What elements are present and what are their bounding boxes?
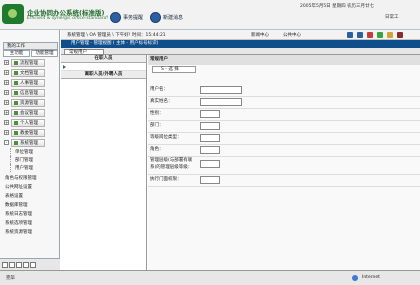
collapse-minus-icon[interactable]: -	[4, 140, 9, 145]
username-input[interactable]	[200, 86, 242, 94]
management-level-select[interactable]	[200, 160, 220, 168]
form-column: 常规用户 S - 选 择 用户名： 真实姓名： 性别： 部门： 等级岗位类型： …	[148, 55, 420, 270]
field-label-exec-permission: 执行门面权限：	[150, 177, 182, 182]
expand-plus-icon[interactable]: +	[4, 120, 9, 125]
play-icon[interactable]	[63, 65, 66, 69]
realname-input[interactable]	[200, 98, 242, 106]
user-form: 常规用户 S - 选 择 用户名： 真实姓名： 性别： 部门： 等级岗位类型： …	[148, 55, 420, 270]
role-select[interactable]	[200, 146, 220, 154]
nav-item-system[interactable]: - 系统管理	[2, 138, 59, 147]
folder-icon	[14, 110, 18, 115]
post-type-select[interactable]	[200, 134, 220, 142]
expand-plus-icon[interactable]: +	[4, 110, 9, 115]
nav-public-url[interactable]: 公共网址设置	[3, 183, 59, 191]
expand-plus-icon[interactable]: +	[4, 60, 9, 65]
folder-icon	[14, 100, 18, 105]
nav-item-process[interactable]: + 流程管理	[2, 58, 59, 67]
folder-icon	[14, 70, 18, 75]
close-icon[interactable]	[397, 32, 403, 38]
staff-column: 在职人员 离职人员/外聘人员	[61, 55, 147, 270]
status-right: Internet	[362, 275, 380, 280]
nav-system-option[interactable]: 系统选项管理	[3, 219, 59, 227]
public-center-link[interactable]: 公共中心	[283, 32, 301, 38]
nav-item-document[interactable]: + 文档管理	[2, 68, 59, 77]
folder-icon	[14, 120, 18, 125]
gender-select[interactable]	[200, 110, 220, 118]
expand-plus-icon[interactable]: +	[4, 80, 9, 85]
help-icon[interactable]	[30, 261, 36, 268]
nav-database[interactable]: 数据库管理	[3, 201, 59, 209]
nav-item-hr[interactable]: + 人事管理	[2, 78, 59, 87]
date-time: 2005年5月5日 星期四 农历三月廿七	[300, 4, 375, 9]
nav-item-personal[interactable]: + 个人管理	[2, 118, 59, 127]
field-label-username: 用户名：	[150, 87, 168, 92]
breadcrumb: 系统管理 \ OA 管理员 \ 下午好! 时间：15:44:21	[67, 32, 166, 38]
home-icon[interactable]	[387, 32, 393, 38]
new-message-button[interactable]: 新建消息	[150, 11, 183, 23]
folder-icon	[14, 60, 18, 65]
field-label-department: 部门：	[150, 123, 164, 128]
expand-plus-icon[interactable]: +	[4, 90, 9, 95]
folder-icon	[14, 140, 18, 145]
news-center-link[interactable]: 新闻中心	[251, 32, 269, 38]
status-bar: 完毕 Internet	[0, 270, 420, 285]
new-message-label: 新建消息	[163, 14, 184, 21]
top-link[interactable]: 日常工	[385, 14, 399, 20]
sub-item-user[interactable]: 用户管理	[10, 164, 58, 172]
back-arrow-icon[interactable]	[347, 32, 353, 38]
nav-item-resource[interactable]: + 资源管理	[2, 98, 59, 107]
home-icon[interactable]	[9, 261, 15, 268]
left-panel-header: 我的工作	[3, 42, 58, 50]
staff-list-row	[61, 63, 146, 71]
nav-item-meeting[interactable]: + 会议管理	[2, 108, 59, 117]
exec-permission-select[interactable]	[200, 176, 220, 184]
nav-system-log[interactable]: 系统日志管理	[3, 210, 59, 218]
tab-function-management[interactable]: 功能管理	[31, 50, 58, 57]
left-bottom-toolbar	[0, 258, 60, 270]
folder-icon	[14, 130, 18, 135]
nav-role-permission[interactable]: 角色与权限管理	[3, 174, 59, 182]
tab-main-function[interactable]: 主功能	[3, 50, 30, 57]
reminder-label: 事务提醒	[123, 14, 144, 21]
refresh-icon[interactable]	[2, 261, 8, 268]
field-label-gender: 性别：	[150, 111, 164, 116]
sub-item-department[interactable]: 部门管理	[10, 156, 58, 164]
field-label-post-type: 等级岗位类型：	[150, 135, 182, 140]
expand-plus-icon[interactable]: +	[4, 130, 9, 135]
mail-icon	[150, 11, 161, 23]
sub-item-unit[interactable]: 单位管理	[10, 148, 58, 156]
form-title: 常规用户	[148, 55, 420, 65]
nav-system-resource[interactable]: 系统资源管理	[3, 228, 59, 236]
nav-item-education[interactable]: + 教委管理	[2, 128, 59, 137]
app-logo	[2, 4, 24, 24]
main-content: 系统管理 \ OA 管理员 \ 下午好! 时间：15:44:21 新闻中心 公共…	[61, 30, 420, 270]
col-header-active-staff[interactable]: 在职人员	[61, 55, 146, 63]
field-label-realname: 真实姓名：	[150, 99, 173, 104]
expand-plus-icon[interactable]: +	[4, 70, 9, 75]
field-label-management-level: 管理层级(与部署有联系)的管理层级等级：	[150, 158, 193, 170]
refresh-icon[interactable]	[377, 32, 383, 38]
status-left: 完毕	[6, 276, 15, 281]
expand-plus-icon[interactable]: +	[4, 100, 9, 105]
folder-icon[interactable]	[16, 261, 22, 268]
forward-arrow-icon[interactable]	[357, 32, 363, 38]
department-select[interactable]	[200, 122, 220, 130]
internet-icon	[352, 275, 358, 281]
selector-dropdown[interactable]: S - 选 择	[152, 66, 196, 73]
reminder-button[interactable]: 事务提醒	[110, 11, 143, 23]
app-subtitle: Efficient & synergic office-standard!	[27, 16, 109, 21]
stop-icon[interactable]	[367, 32, 373, 38]
breadcrumb-bar: 系统管理 \ OA 管理员 \ 下午好! 时间：15:44:21 新闻中心 公共…	[61, 30, 420, 40]
field-label-role: 角色：	[150, 147, 164, 152]
bell-icon	[110, 11, 121, 23]
view-title-bar: 用户管理 - 管理视图 ( 主体 - 用户标号标识)	[61, 40, 420, 48]
settings-icon[interactable]	[23, 261, 29, 268]
col-header-departed-staff[interactable]: 离职人员/外聘人员	[61, 71, 146, 79]
tab-strip: 常规用户	[61, 48, 420, 55]
folder-icon	[14, 90, 18, 95]
nav-item-info[interactable]: + 信息管理	[2, 88, 59, 97]
folder-icon	[14, 80, 18, 85]
nav-table-setting[interactable]: 表格设置	[3, 192, 59, 200]
